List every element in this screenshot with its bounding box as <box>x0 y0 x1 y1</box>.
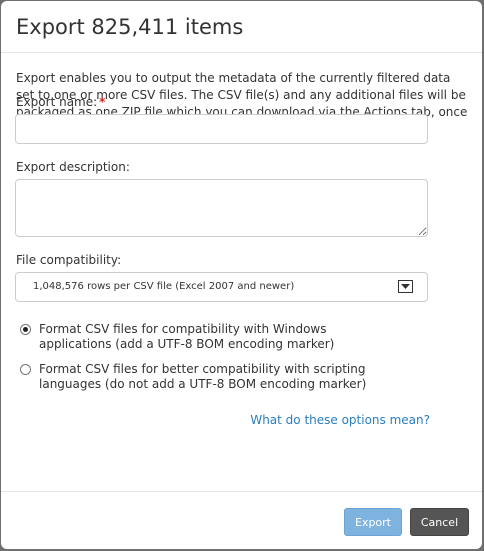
format-option-windows-label: Format CSV files for compatibility with … <box>39 322 335 351</box>
export-dialog: Export 825,411 items Export enables you … <box>1 1 482 549</box>
export-name-input[interactable] <box>15 114 428 144</box>
format-option-windows[interactable]: Format CSV files for compatibility with … <box>20 322 389 352</box>
file-compatibility-label: File compatibility: <box>16 253 122 267</box>
options-help-link[interactable]: What do these options mean? <box>250 413 430 427</box>
dialog-footer: Export Cancel <box>1 491 482 549</box>
export-name-label-text: Export name: <box>16 95 98 109</box>
file-compatibility-selected: 1,048,576 rows per CSV file (Excel 2007 … <box>33 281 295 292</box>
export-description-label: Export description: <box>16 160 130 174</box>
chevron-down-icon[interactable] <box>398 280 413 293</box>
radio-scripting[interactable] <box>20 364 31 375</box>
export-description-input[interactable] <box>15 179 428 237</box>
dialog-title: Export 825,411 items <box>16 15 244 39</box>
export-name-label: Export name: * <box>16 94 105 110</box>
format-option-scripting-label: Format CSV files for better compatibilit… <box>39 362 367 391</box>
cancel-button[interactable]: Cancel <box>410 508 469 536</box>
export-button[interactable]: Export <box>344 508 402 536</box>
dialog-header: Export 825,411 items <box>1 1 482 53</box>
required-marker: * <box>99 95 106 109</box>
file-compatibility-select[interactable]: 1,048,576 rows per CSV file (Excel 2007 … <box>15 272 428 302</box>
format-option-scripting[interactable]: Format CSV files for better compatibilit… <box>20 362 389 392</box>
radio-windows[interactable] <box>20 324 31 335</box>
